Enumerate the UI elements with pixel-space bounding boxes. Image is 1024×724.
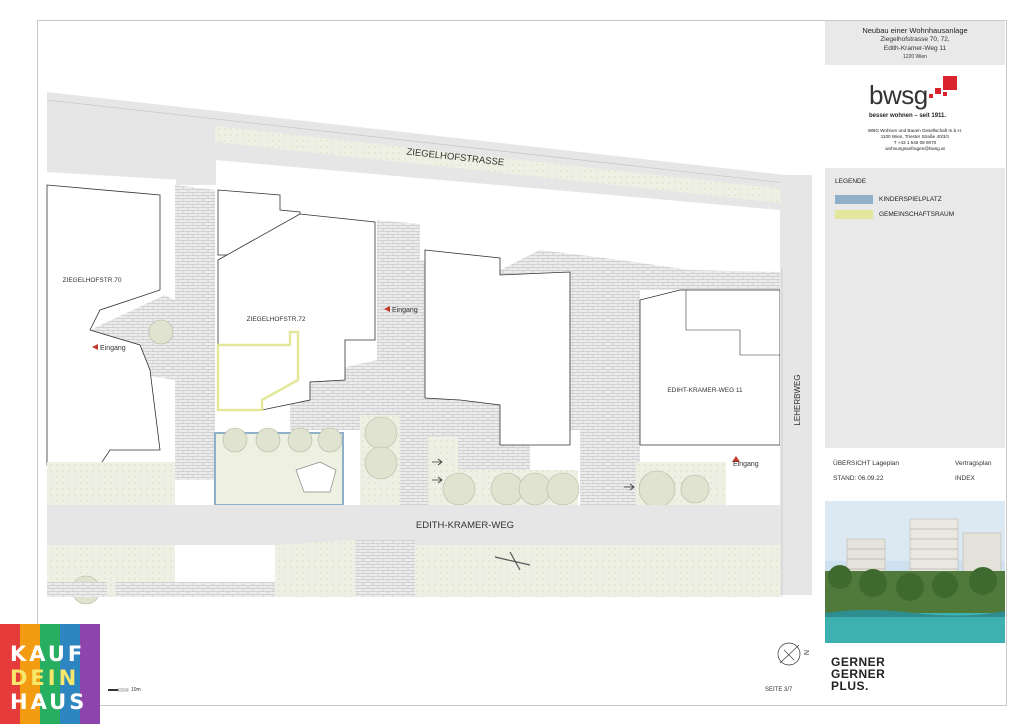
project-header: Neubau einer Wohnhausanlage Ziegelhofstr…: [825, 21, 1005, 65]
bwsg-tagline: besser wohnen – seit 1911.: [869, 113, 947, 119]
street-edith-kramer-weg: [47, 505, 780, 545]
plan-label: ÜBERSICHT Lageplan: [833, 460, 899, 467]
plan-index: INDEX: [955, 475, 975, 482]
svg-text:N: N: [802, 650, 809, 655]
badge-line-2: DEIN: [10, 666, 80, 690]
swatch-kinderspielplatz: [835, 195, 873, 204]
label-eingang-2: Eingang: [392, 307, 418, 314]
plan-stand: STAND: 06.09.22: [833, 475, 884, 482]
label-leherbweg: LEHERBWEG: [793, 374, 802, 425]
plan-type: Vertragsplan: [955, 460, 992, 467]
label-ziegelhofstr-70: ZIEGELHOFSTR.70: [63, 277, 122, 284]
scale-bar: 10m: [108, 687, 141, 693]
label-ediht-kramer-weg-11: EDIHT-KRAMER-WEG 11: [667, 387, 743, 394]
label-eingang-1: Eingang: [100, 345, 126, 352]
swatch-gemeinschaftsraum: [835, 210, 873, 219]
legend-item: KINDERSPIELPLATZ: [835, 195, 1005, 204]
north-arrow-icon: N: [777, 642, 809, 666]
street-ziegelhofstrasse: [47, 92, 812, 266]
building-ediht-kramer-weg-11: [639, 289, 781, 446]
bwsg-logo-mark-icon: [929, 76, 957, 98]
label-edith-kramer-weg: EDITH-KRAMER-WEG: [416, 520, 514, 531]
label-ziegelhofstr-72: ZIEGELHOFSTR.72: [247, 316, 306, 323]
badge-line-3: HAUS: [10, 690, 88, 714]
page-number: SEITE 3/7: [765, 687, 793, 693]
bwsg-logo: bwsg: [869, 80, 928, 110]
project-title: Neubau einer Wohnhausanlage: [862, 26, 968, 35]
project-address-2: Edith-Kramer-Weg 11: [883, 45, 947, 52]
badge-line-1: KAUF: [10, 642, 86, 666]
project-address-1: Ziegelhofstrasse 70, 72,: [880, 36, 950, 43]
legend-title: LEGENDE: [835, 178, 867, 185]
project-city: 1220 Wien: [903, 54, 927, 60]
rendering-photo: [825, 501, 1005, 643]
paving: [175, 185, 215, 480]
architect-logo: GERNER GERNER PLUS.: [825, 650, 1005, 700]
kauf-dein-haus-badge: KAUF DEIN HAUS: [0, 624, 100, 724]
svg-text:10m: 10m: [131, 687, 141, 693]
legend-item: GEMEINSCHAFTSRAUM: [835, 210, 1005, 219]
label-eingang-3: Eingang: [733, 461, 759, 468]
company-email: wohnungsanfragen@bwsg.at: [885, 146, 945, 151]
bwsg-logo-block: bwsg besser wohnen – seit 1911. WBG Wohn…: [825, 70, 1005, 160]
plan-info: ÜBERSICHT Lageplan STAND: 06.09.22 Vertr…: [825, 452, 1005, 496]
architect-line-3: PLUS.: [831, 679, 869, 693]
legend-panel: LEGENDE KINDERSPIELPLATZ GEMEINSCHAFTSRA…: [825, 168, 1005, 448]
